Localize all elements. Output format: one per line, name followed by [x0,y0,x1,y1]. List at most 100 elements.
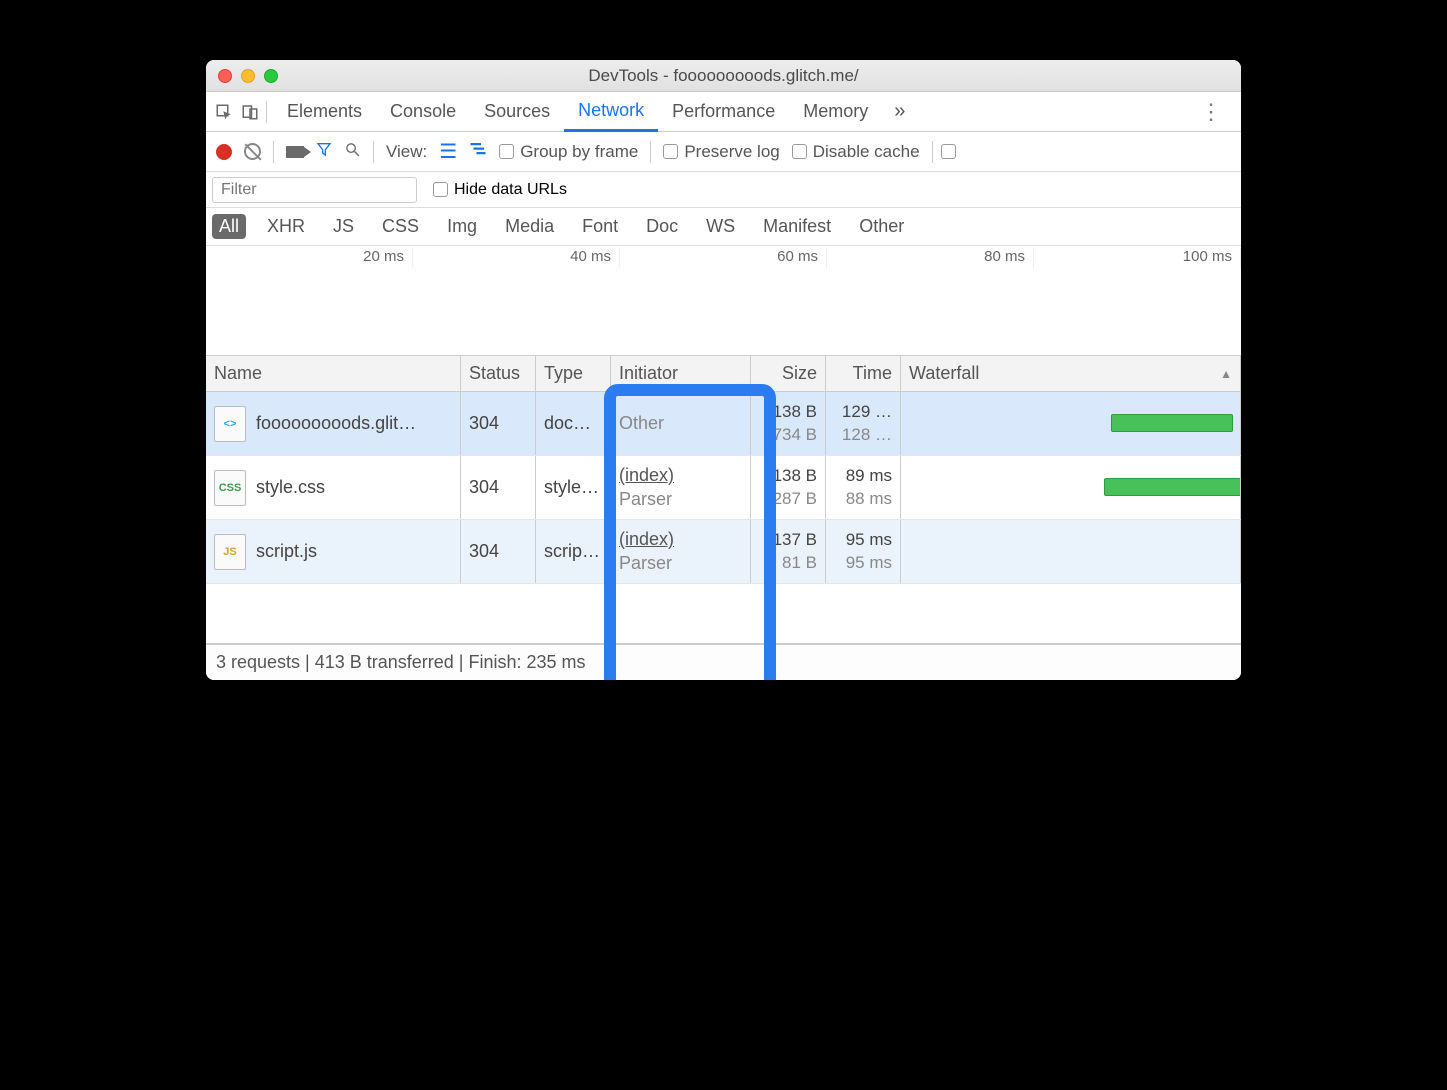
inspect-element-icon[interactable] [214,102,234,122]
type-filter-font[interactable]: Font [575,214,625,239]
waterfall-bar [1104,478,1241,496]
request-type: style… [536,456,611,519]
size-resource: 734 B [773,424,817,446]
request-row[interactable]: JSscript.js304scrip…(index)Parser137 B81… [206,520,1241,584]
initiator-link[interactable]: (index) [619,464,674,487]
request-type: doc… [536,392,611,455]
waterfall-view-icon[interactable] [469,140,487,163]
filter-bar: Hide data URLs [206,172,1241,208]
record-button[interactable] [216,144,232,160]
type-filter-manifest[interactable]: Manifest [756,214,838,239]
timeline-tick: 100 ms [1034,248,1241,268]
disable-cache-checkbox[interactable]: Disable cache [792,142,920,162]
waterfall-cell [901,520,1241,583]
tab-performance[interactable]: Performance [658,92,789,132]
tab-elements[interactable]: Elements [273,92,376,132]
size-transferred: 138 B [773,465,817,487]
more-menu-icon[interactable]: ⋮ [1190,99,1233,125]
size-resource: 81 B [782,552,817,574]
type-filter-xhr[interactable]: XHR [260,214,312,239]
separator [650,141,651,163]
type-filter-all[interactable]: All [212,214,246,239]
initiator-sub: Parser [619,552,674,575]
waterfall-bar [1111,414,1233,432]
panel-tabbar: ElementsConsoleSourcesNetworkPerformance… [206,92,1241,132]
type-filters: All XHR JS CSS Img Media Font Doc WS Manifest Othe… [206,208,1241,246]
request-name: fooooooooods.glit… [256,413,416,434]
time-latency: 88 ms [846,488,892,510]
request-row[interactable]: CSS style.css 304style… (index)Parser 138 B2… [206,456,1241,520]
hide-data-urls-checkbox[interactable]: Hide data URLs [433,181,567,199]
filter-toggle-icon[interactable] [316,141,332,162]
col-status[interactable]: Status [461,356,536,391]
tab-console[interactable]: Console [376,92,470,132]
request-status: 304 [461,392,536,455]
timeline-overview[interactable]: 20 ms40 ms60 ms80 ms100 ms [206,246,1241,356]
time-total: 95 ms [846,529,892,551]
file-type-icon: CSS [214,470,246,506]
tab-sources[interactable]: Sources [470,92,564,132]
type-filter-media[interactable]: Media [498,214,561,239]
timeline-tick: 60 ms [620,248,827,268]
file-type-icon: <> [214,406,246,442]
request-name: style.css [256,477,325,498]
titlebar: DevTools - fooooooooods.glitch.me/ [206,60,1241,92]
separator [273,141,274,163]
col-waterfall[interactable]: Waterfall▲ [901,356,1241,391]
request-status: 304 [461,456,536,519]
screenshot-icon[interactable] [286,146,304,158]
device-toggle-icon[interactable] [240,102,260,122]
devtools-window: DevTools - fooooooooods.glitch.me/ Eleme… [206,60,1241,680]
separator [932,141,933,163]
requests-table-body: <>fooooooooods.glit…304doc…Other138 B734… [206,392,1241,584]
time-total: 89 ms [846,465,892,487]
statusbar: 3 requests | 413 B transferred | Finish:… [206,644,1241,680]
timeline-tick: 40 ms [413,248,620,268]
tab-network[interactable]: Network [564,92,658,132]
type-filter-ws[interactable]: WS [699,214,742,239]
size-resource: 287 B [773,488,817,510]
waterfall-cell [901,456,1241,519]
initiator-sub: Parser [619,488,674,511]
col-time[interactable]: Time [826,356,901,391]
col-initiator[interactable]: Initiator [611,356,751,391]
request-row[interactable]: <>fooooooooods.glit…304doc…Other138 B734… [206,392,1241,456]
timeline-tick: 80 ms [827,248,1034,268]
table-empty-area [206,584,1241,644]
large-rows-icon[interactable]: ☰ [439,139,457,164]
size-transferred: 138 B [773,401,817,423]
type-filter-img[interactable]: Img [440,214,484,239]
tabs-overflow-icon[interactable]: » [894,100,905,123]
type-filter-js[interactable]: JS [326,214,361,239]
timeline-tick: 20 ms [206,248,413,268]
clear-button[interactable] [244,143,261,160]
offline-checkbox[interactable] [941,144,956,159]
window-title: DevTools - fooooooooods.glitch.me/ [206,66,1241,86]
type-filter-css[interactable]: CSS [375,214,426,239]
time-latency: 95 ms [846,552,892,574]
separator [373,141,374,163]
filter-input[interactable] [212,177,417,203]
type-filter-other[interactable]: Other [852,214,911,239]
waterfall-cell [901,392,1241,455]
size-transferred: 137 B [773,529,817,551]
separator [266,101,267,123]
file-type-icon: JS [214,534,246,570]
col-size[interactable]: Size [751,356,826,391]
type-filter-doc[interactable]: Doc [639,214,685,239]
group-by-frame-checkbox[interactable]: Group by frame [499,142,638,162]
sort-indicator-icon: ▲ [1220,367,1232,381]
status-summary: 3 requests | 413 B transferred | Finish:… [216,652,586,673]
view-label: View: [386,142,427,162]
request-type: scrip… [536,520,611,583]
initiator-link[interactable]: (index) [619,528,674,551]
network-toolbar: View: ☰ Group by frame Preserve log Disa… [206,132,1241,172]
requests-table-header: Name Status Type Initiator Size Time Wat… [206,356,1241,392]
time-latency: 128 … [842,424,892,446]
request-name: script.js [256,541,317,562]
tab-memory[interactable]: Memory [789,92,882,132]
col-name[interactable]: Name [206,356,461,391]
search-icon[interactable] [344,141,361,163]
preserve-log-checkbox[interactable]: Preserve log [663,142,779,162]
col-type[interactable]: Type [536,356,611,391]
